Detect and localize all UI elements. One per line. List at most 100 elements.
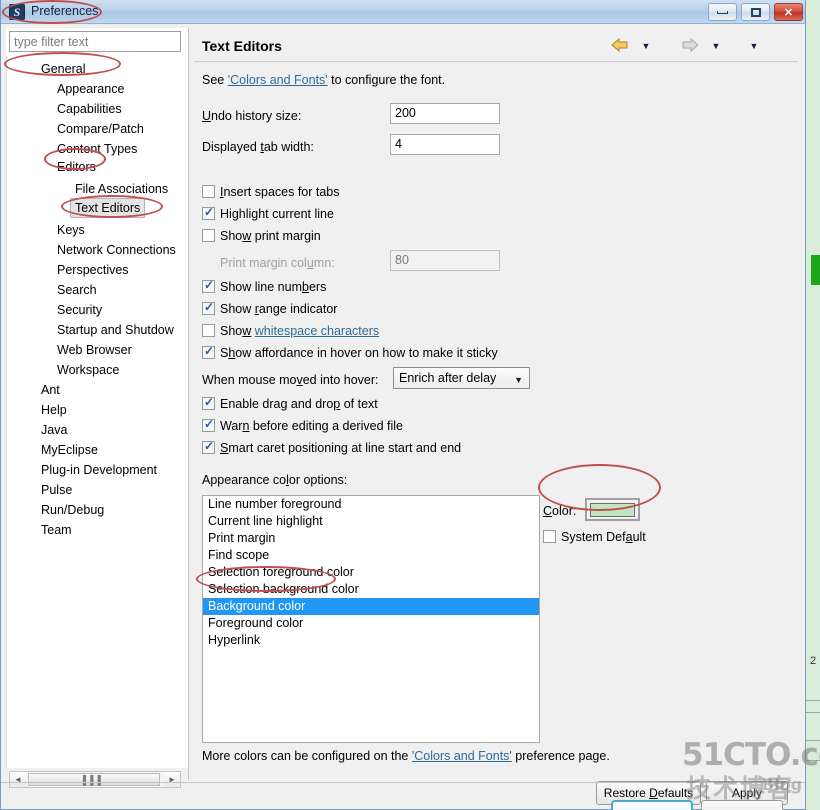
tree-item-pulse[interactable]: Pulse: [41, 480, 72, 500]
checkbox-row-affordance[interactable]: Show affordance in hover on how to make …: [202, 344, 498, 364]
minimize-icon: [709, 4, 736, 20]
color-swatch-button[interactable]: [585, 498, 640, 521]
list-item[interactable]: Hyperlink: [203, 632, 539, 649]
warn-derived-file-checkbox[interactable]: [202, 417, 215, 432]
checkbox-row-smart-caret[interactable]: Smart caret positioning at line start an…: [202, 439, 462, 459]
tree-item-file-associations[interactable]: File Associations: [75, 179, 168, 199]
tree-item-myeclipse[interactable]: MyEclipse: [41, 440, 98, 460]
tree-item-editors[interactable]: Editors: [57, 157, 96, 177]
checkbox-row-drag-drop[interactable]: Enable drag and drop of text: [202, 395, 378, 415]
insert-spaces-label: Insert spaces for tabs: [220, 185, 340, 199]
dialog-footer-divider: [1, 782, 805, 783]
list-item[interactable]: Current line highlight: [203, 513, 539, 530]
smart-caret-label: Smart caret positioning at line start an…: [220, 441, 462, 455]
tree-item-workspace[interactable]: Workspace: [57, 360, 119, 380]
restore-defaults-label: Restore Defaults: [603, 786, 694, 800]
minimize-button[interactable]: [708, 3, 737, 21]
tree-item-ant[interactable]: Ant: [41, 380, 60, 400]
checkbox-row-system-default[interactable]: System Default: [543, 530, 646, 548]
tree-item-compare-patch[interactable]: Compare/Patch: [57, 119, 144, 139]
back-arrow-icon[interactable]: [611, 37, 629, 53]
whitespace-characters-link[interactable]: whitespace characters: [255, 324, 379, 338]
tree-item-startup-shutdown[interactable]: Startup and Shutdow: [57, 320, 174, 340]
list-item[interactable]: Print margin: [203, 530, 539, 547]
enable-drag-drop-label: Enable drag and drop of text: [220, 397, 378, 411]
show-range-indicator-checkbox[interactable]: [202, 300, 215, 315]
hint-suffix: to configure the font.: [327, 73, 446, 87]
tree-item-network-connections[interactable]: Network Connections: [57, 240, 176, 260]
highlight-current-line-label: Highlight current line: [220, 207, 334, 221]
tree-item-help[interactable]: Help: [41, 400, 67, 420]
checkbox-row-print-margin[interactable]: Show print margin: [202, 229, 321, 247]
colors-and-fonts-footer-link[interactable]: 'Colors and Fonts': [412, 749, 512, 763]
print-margin-column-input[interactable]: 80: [390, 250, 500, 271]
background-text: 2: [810, 655, 817, 667]
tree-item-general[interactable]: General: [41, 59, 85, 79]
sidebar-horizontal-scrollbar[interactable]: ◄ ▌▌▌ ►: [9, 771, 181, 788]
cancel-button[interactable]: [701, 800, 783, 810]
forward-chevron-down-icon[interactable]: ▼: [711, 41, 721, 51]
tree-item-security[interactable]: Security: [57, 300, 102, 320]
tab-width-input[interactable]: 4: [390, 134, 500, 155]
checkbox-row-insert-spaces[interactable]: Insert spaces for tabs: [202, 185, 340, 203]
color-label: Color:: [543, 504, 577, 518]
list-item[interactable]: Foreground color: [203, 615, 539, 632]
checkbox-row-line-numbers[interactable]: Show line numbers: [202, 278, 326, 298]
background-rule: [806, 740, 820, 741]
appearance-color-options-list[interactable]: Line number foreground Current line high…: [202, 495, 540, 743]
list-item[interactable]: Find scope: [203, 547, 539, 564]
hint-prefix: See: [202, 73, 228, 87]
show-whitespace-checkbox[interactable]: [202, 324, 215, 337]
show-print-margin-checkbox[interactable]: [202, 229, 215, 242]
tree-item-java[interactable]: Java: [41, 420, 67, 440]
smart-caret-checkbox[interactable]: [202, 439, 215, 454]
preferences-tree[interactable]: General Appearance Capabilities Compare/…: [6, 56, 186, 768]
tree-item-content-types[interactable]: Content Types: [57, 139, 137, 159]
highlight-current-line-checkbox[interactable]: [202, 205, 215, 220]
apply-label: Apply: [731, 786, 763, 800]
list-item[interactable]: Selection foreground color: [203, 564, 539, 581]
checkbox-row-warn-derived[interactable]: Warn before editing a derived file: [202, 417, 403, 437]
tree-item-perspectives[interactable]: Perspectives: [57, 260, 129, 280]
show-affordance-checkbox[interactable]: [202, 344, 215, 359]
undo-history-input[interactable]: 200: [390, 103, 500, 124]
show-line-numbers-checkbox[interactable]: [202, 278, 215, 293]
checkbox-row-whitespace[interactable]: Show whitespace characters: [202, 324, 379, 342]
ok-button[interactable]: [611, 800, 693, 810]
insert-spaces-checkbox[interactable]: [202, 185, 215, 198]
system-default-checkbox[interactable]: [543, 530, 556, 543]
checkbox-row-highlight-line[interactable]: Highlight current line: [202, 205, 334, 225]
preferences-dialog: S Preferences ✕ type filter text General…: [0, 0, 806, 810]
colors-and-fonts-link[interactable]: 'Colors and Fonts': [228, 73, 328, 87]
forward-arrow-icon[interactable]: [681, 37, 699, 53]
view-menu-chevron-down-icon[interactable]: ▼: [749, 41, 759, 51]
tree-item-web-browser[interactable]: Web Browser: [57, 340, 132, 360]
hover-behavior-select[interactable]: Enrich after delay ▼: [393, 367, 530, 389]
tree-item-team[interactable]: Team: [41, 520, 72, 540]
tree-item-plugin-development[interactable]: Plug-in Development: [41, 460, 157, 480]
tree-item-appearance[interactable]: Appearance: [57, 79, 124, 99]
maximize-button[interactable]: [741, 3, 770, 21]
list-item[interactable]: Selection background color: [203, 581, 539, 598]
checkbox-row-range-indicator[interactable]: Show range indicator: [202, 300, 337, 320]
appearance-color-options-label: Appearance color options:: [202, 473, 348, 487]
tree-item-capabilities[interactable]: Capabilities: [57, 99, 122, 119]
filter-input[interactable]: type filter text: [9, 31, 181, 52]
font-hint-text: See 'Colors and Fonts' to configure the …: [202, 73, 445, 87]
tree-item-text-editors[interactable]: Text Editors: [70, 198, 146, 218]
list-item[interactable]: Line number foreground: [203, 496, 539, 513]
tree-item-keys[interactable]: Keys: [57, 220, 85, 240]
enable-drag-drop-checkbox[interactable]: [202, 395, 215, 410]
show-whitespace-label: Show whitespace characters: [220, 324, 380, 338]
scroll-left-arrow-icon[interactable]: ◄: [10, 772, 26, 787]
tree-item-search[interactable]: Search: [57, 280, 97, 300]
scrollbar-thumb[interactable]: ▌▌▌: [28, 773, 160, 786]
scroll-right-arrow-icon[interactable]: ►: [164, 772, 180, 787]
tab-width-label: Displayed tab width:: [202, 140, 314, 154]
background-rule: [806, 760, 820, 761]
close-button[interactable]: ✕: [774, 3, 803, 21]
tree-item-run-debug[interactable]: Run/Debug: [41, 500, 104, 520]
screenshot-root: 2 S Preferences ✕ type filter text Gener…: [0, 0, 820, 810]
list-item-selected[interactable]: Background color: [203, 598, 539, 615]
back-chevron-down-icon[interactable]: ▼: [641, 41, 651, 51]
